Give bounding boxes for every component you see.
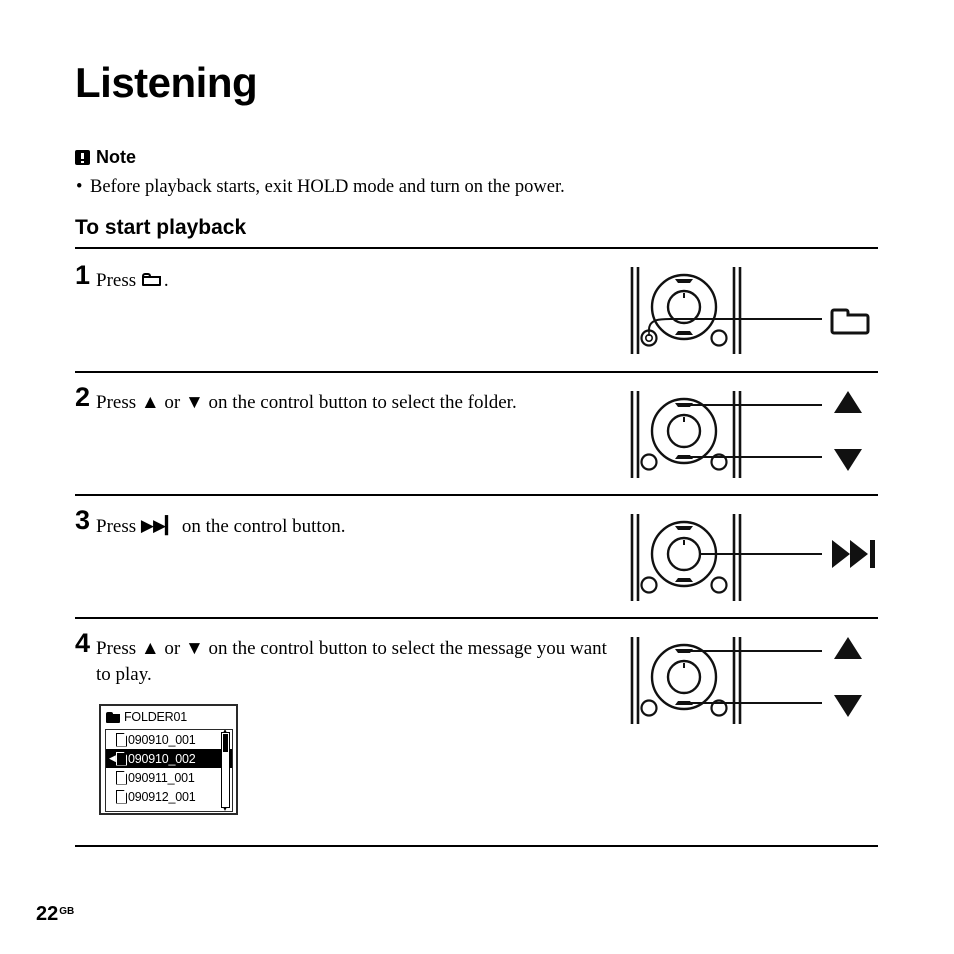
selection-caret: ◀: [109, 753, 116, 763]
scrollbar-thumb[interactable]: [223, 734, 228, 752]
list-item[interactable]: 090912_001: [106, 787, 232, 806]
list-item[interactable]: ◀ 090910_002: [106, 749, 232, 768]
divider-step3: [75, 617, 878, 619]
step-3-illustration: [630, 514, 875, 601]
step-4-text-line1: Press ▲ or ▼ on the control button to se…: [96, 638, 532, 659]
step-1-text: Press .: [96, 268, 616, 294]
divider-top: [75, 247, 878, 249]
bullet-icon: •: [76, 177, 83, 197]
list-item[interactable]: 090910_001: [106, 730, 232, 749]
lcd-header-label: FOLDER01: [124, 710, 188, 724]
step-4-number: 4: [75, 628, 91, 658]
step-4-text: Press ▲ or ▼ on the control button to se…: [96, 636, 616, 688]
step-2-illustration: [630, 391, 862, 478]
list-item-label: 090910_002: [128, 751, 196, 766]
lcd-scrollbar[interactable]: [221, 730, 230, 811]
list-item-label: 090910_001: [128, 732, 196, 747]
page-footer: 22GB: [36, 903, 74, 926]
step-1-number: 1: [75, 260, 91, 290]
callout-up-triangle: [834, 637, 862, 659]
scroll-up-arrow-icon[interactable]: [223, 730, 227, 733]
document-icon: [116, 771, 127, 785]
manual-page: Listening Note • Before playback starts, …: [0, 0, 954, 954]
page-number: 22: [36, 903, 59, 925]
callout-folder-icon: [830, 308, 870, 335]
step-3-text-after: on the control button.: [181, 516, 346, 537]
step-2-number: 2: [75, 382, 91, 412]
step-3-text: Press ▶▶▎ on the control button.: [96, 513, 616, 540]
step-1-text-after: .: [163, 270, 169, 291]
list-item-label: 090912_001: [128, 789, 196, 804]
list-item[interactable]: 090911_001: [106, 768, 232, 787]
note-text: • Before playback starts, exit HOLD mode …: [76, 177, 565, 198]
step-3-number: 3: [75, 505, 91, 535]
list-item-label: 090911_001: [128, 770, 195, 785]
callout-up-triangle: [834, 391, 862, 413]
lcd-file-list: 090910_001 ◀ 090910_002 090911_001 09091…: [105, 729, 233, 812]
skip-forward-icon: ▶▶▎: [140, 516, 178, 535]
note-text-label: Before playback starts, exit HOLD mode a…: [90, 177, 565, 197]
page-region-code: GB: [59, 906, 75, 917]
document-icon: [116, 752, 127, 766]
document-icon: [116, 733, 127, 747]
scroll-down-arrow-icon[interactable]: [223, 807, 227, 811]
note-heading-label: Note: [96, 147, 136, 167]
folder-icon: [141, 273, 163, 288]
step-3-text-before: Press: [96, 516, 137, 537]
document-icon: [116, 790, 127, 804]
page-title: Listening: [75, 59, 258, 106]
lcd-screen: FOLDER01 090910_001 ◀ 090910_002 090911_…: [99, 704, 238, 815]
note-heading: Note: [75, 147, 136, 168]
section-heading: To start playback: [75, 216, 247, 239]
folder-icon: [106, 711, 120, 723]
step-2-text: Press ▲ or ▼ on the control button to se…: [96, 392, 517, 413]
step-4-illustration: [630, 637, 862, 724]
step-1-text-before: Press: [96, 270, 137, 291]
step-1-illustration: [630, 267, 870, 354]
divider-step2: [75, 494, 878, 496]
callout-down-triangle: [834, 695, 862, 717]
callout-skip-forward-icon: [832, 540, 875, 568]
exclamation-badge-icon: [75, 150, 90, 165]
divider-step4: [75, 845, 878, 847]
callout-down-triangle: [834, 449, 862, 471]
divider-step1: [75, 371, 878, 373]
lcd-header: FOLDER01: [101, 706, 236, 728]
